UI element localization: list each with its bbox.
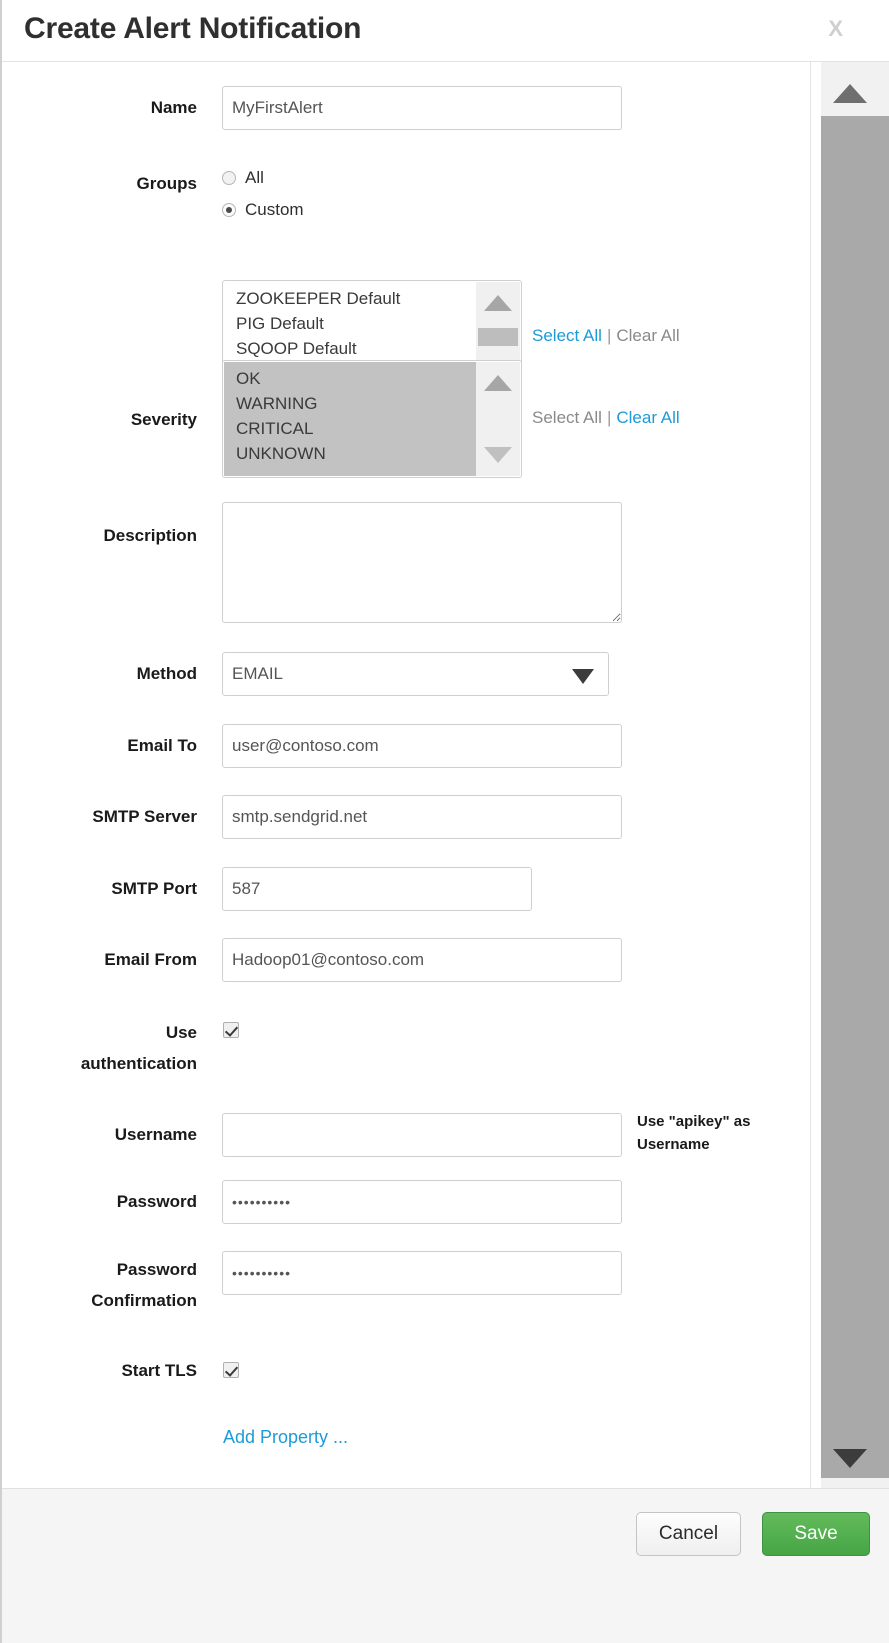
password-confirmation-label: Password Confirmation — [2, 1254, 197, 1316]
groups-select-all-link[interactable]: Select All — [532, 326, 602, 346]
start-tls-checkbox[interactable] — [223, 1362, 239, 1378]
cancel-button[interactable]: Cancel — [636, 1512, 741, 1556]
groups-select-clear: Select All | Clear All — [532, 326, 680, 346]
groups-clear-all-link[interactable]: Clear All — [616, 326, 679, 346]
start-tls-label: Start TLS — [2, 1359, 197, 1382]
radio-custom-label: Custom — [245, 200, 304, 220]
radio-custom-icon[interactable] — [222, 203, 236, 217]
name-input[interactable] — [222, 86, 622, 130]
username-hint-note: Use "apikey" as Username — [637, 1110, 812, 1156]
severity-select-all-link[interactable]: Select All — [532, 408, 602, 428]
smtp-port-input[interactable] — [222, 867, 532, 911]
severity-list-scrollbar[interactable] — [476, 362, 520, 476]
severity-listbox[interactable]: OK WARNING CRITICAL UNKNOWN — [222, 360, 522, 478]
severity-select-clear: Select All | Clear All — [532, 408, 680, 428]
scroll-down-icon[interactable] — [833, 1449, 867, 1468]
username-label: Username — [2, 1123, 197, 1146]
scroll-thumb[interactable] — [478, 328, 518, 346]
radio-all-label: All — [245, 168, 264, 188]
scrollbar-track-gutter — [811, 62, 821, 1488]
list-item[interactable]: SQOOP Default — [224, 336, 476, 361]
add-property-link[interactable]: Add Property ... — [223, 1427, 348, 1448]
use-authentication-label-line2: authentication — [2, 1048, 197, 1079]
close-icon[interactable]: X — [828, 16, 843, 42]
list-item[interactable]: WARNING — [224, 391, 476, 416]
list-item[interactable]: UNKNOWN — [224, 441, 476, 466]
password-label: Password — [2, 1190, 197, 1213]
smtp-server-label: SMTP Server — [2, 805, 197, 828]
list-item[interactable]: OK — [224, 366, 476, 391]
email-from-label: Email From — [2, 948, 197, 971]
list-item[interactable]: ZOOKEEPER Default — [224, 286, 476, 311]
page-title: Create Alert Notification — [24, 12, 361, 46]
groups-link-separator: | — [602, 326, 616, 346]
method-selected-value: EMAIL — [232, 664, 283, 684]
password-confirmation-label-line2: Confirmation — [2, 1285, 197, 1316]
name-label: Name — [2, 96, 197, 119]
dialog-footer: Cancel Save — [2, 1488, 889, 1643]
groups-radio-all[interactable]: All — [222, 168, 264, 188]
severity-clear-all-link[interactable]: Clear All — [616, 408, 679, 428]
password-input[interactable] — [222, 1180, 622, 1224]
save-button[interactable]: Save — [762, 1512, 870, 1556]
password-confirmation-input[interactable] — [222, 1251, 622, 1295]
method-select[interactable]: EMAIL — [222, 652, 609, 696]
scrollbar-thumb[interactable] — [821, 116, 889, 1478]
groups-label: Groups — [2, 172, 197, 195]
use-authentication-label-line1: Use — [2, 1017, 197, 1048]
scroll-up-icon[interactable] — [484, 295, 512, 311]
list-item[interactable]: CRITICAL — [224, 416, 476, 441]
severity-list-items[interactable]: OK WARNING CRITICAL UNKNOWN — [224, 362, 476, 476]
use-authentication-label: Use authentication — [2, 1017, 197, 1079]
email-from-input[interactable] — [222, 938, 622, 982]
chevron-down-icon[interactable] — [572, 669, 594, 684]
scroll-down-icon[interactable] — [484, 447, 512, 463]
email-to-label: Email To — [2, 734, 197, 757]
username-hint-line1: Use "apikey" as — [637, 1110, 812, 1133]
description-label: Description — [2, 524, 197, 547]
dialog-header: Create Alert Notification X — [2, 0, 889, 62]
method-label: Method — [2, 662, 197, 685]
username-hint-line2: Username — [637, 1133, 812, 1156]
severity-link-separator: | — [602, 408, 616, 428]
smtp-server-input[interactable] — [222, 795, 622, 839]
username-input[interactable] — [222, 1113, 622, 1157]
dialog-body: Name Groups All Custom ZOOKEEPER Default… — [2, 62, 812, 1488]
scroll-up-icon[interactable] — [484, 375, 512, 391]
email-to-input[interactable] — [222, 724, 622, 768]
smtp-port-label: SMTP Port — [2, 877, 197, 900]
description-textarea[interactable] — [222, 502, 622, 623]
severity-label: Severity — [2, 408, 197, 431]
create-alert-notification-dialog: Create Alert Notification X Name Groups … — [0, 0, 889, 1643]
password-confirmation-label-line1: Password — [2, 1254, 197, 1285]
radio-all-icon[interactable] — [222, 171, 236, 185]
groups-radio-custom[interactable]: Custom — [222, 200, 304, 220]
list-item[interactable]: PIG Default — [224, 311, 476, 336]
use-authentication-checkbox[interactable] — [223, 1022, 239, 1038]
scroll-up-icon[interactable] — [833, 84, 867, 103]
page-scrollbar[interactable] — [810, 62, 889, 1488]
